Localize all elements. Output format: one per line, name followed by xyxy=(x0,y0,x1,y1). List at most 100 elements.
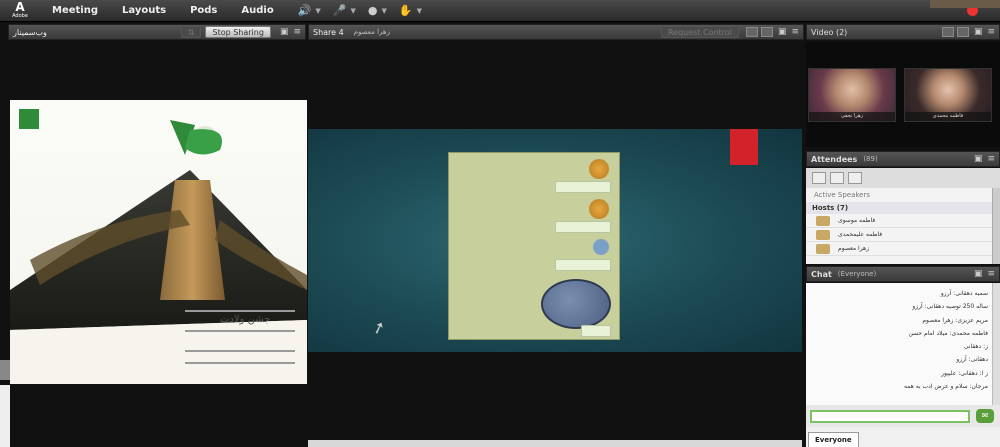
share-pod-title: Share 4 xyxy=(313,27,344,37)
expand-icon[interactable] xyxy=(830,172,844,184)
menu-audio[interactable]: Audio xyxy=(241,5,273,16)
chat-message: ز ا: دهقانی: علیپور xyxy=(941,369,988,377)
menu-meeting[interactable]: Meeting xyxy=(52,5,98,16)
chat-footer: Everyone xyxy=(806,427,1000,447)
emoji-icon xyxy=(589,199,609,219)
attendee-name: زهرا معصوم xyxy=(838,245,870,252)
attendee-row[interactable]: زهرا معصوم xyxy=(806,242,1000,256)
chat-bubble xyxy=(555,181,611,193)
attendees-pod-header: Attendees (89) ▣ ≡ xyxy=(806,151,1000,167)
fullscreen-icon[interactable]: ▣ xyxy=(974,269,983,279)
chevron-down-icon: ▼ xyxy=(381,6,387,15)
attendees-list: Active Speakers Hosts (7) فاطمه موسوی فا… xyxy=(806,188,1000,264)
pod-menu-icon[interactable]: ≡ xyxy=(293,27,301,37)
chat-message: مریم عزیزی: زهرا معصوم xyxy=(922,316,988,324)
chat-input[interactable] xyxy=(810,409,970,423)
chat-message: دهقانی: آرزو xyxy=(956,356,988,364)
emoji-icon xyxy=(589,159,609,179)
fullscreen-icon[interactable]: ▣ xyxy=(778,27,787,37)
video-pod-header: Video (2) ▣ ≡ xyxy=(806,24,1000,40)
left-pod-title: وب‌سمینار xyxy=(13,27,47,37)
chat-input-row: ✉ xyxy=(806,405,1000,427)
emoji-icon xyxy=(593,239,609,255)
view-mode-alt-icon[interactable] xyxy=(956,27,969,37)
microphone-icon: 🎤 xyxy=(332,4,347,17)
left-edge-strip-bottom xyxy=(0,385,10,447)
chat-message: ساله 250 توصیه دهقانی: آرزو xyxy=(912,303,988,311)
left-pod-header: وب‌سمینار ⇅ Stop Sharing ▣ ≡ xyxy=(8,24,306,40)
video-tile[interactable]: فاطمه محمدی xyxy=(904,68,992,122)
shared-screen-red-block xyxy=(730,129,758,165)
video-pod-title: Video (2) xyxy=(811,27,848,37)
chat-scope: (Everyone) xyxy=(837,270,877,278)
list-view-icon[interactable] xyxy=(812,172,826,184)
host-icon xyxy=(816,215,830,226)
raise-hand-icon: ✋ xyxy=(398,4,413,17)
menu-layouts[interactable]: Layouts xyxy=(122,5,166,16)
hosts-group-header[interactable]: Hosts (7) xyxy=(806,202,1000,214)
share-pod-header: Share 4 زهرا معصوم Request Control ▣ ≡ xyxy=(308,24,804,40)
menu-pods[interactable]: Pods xyxy=(190,5,217,16)
menu-bar: A Adobe Meeting Layouts Pods Audio 🔊 ▼ 🎤… xyxy=(0,0,1000,22)
active-speakers-label: Active Speakers xyxy=(814,191,870,199)
adobe-logo-icon: A Adobe xyxy=(12,0,28,19)
chat-scrollbar[interactable] xyxy=(992,283,1000,405)
view-mode-icon[interactable] xyxy=(745,27,758,37)
sync-button[interactable]: ⇅ xyxy=(180,26,202,38)
attendee-row[interactable]: فاطمه موسوی xyxy=(806,214,1000,228)
attendees-count: (89) xyxy=(863,155,878,163)
chevron-down-icon: ▼ xyxy=(416,6,422,15)
status-toggle[interactable]: ✋ ▼ xyxy=(399,4,422,17)
view-mode-icon[interactable] xyxy=(941,27,954,37)
chat-tab-everyone[interactable]: Everyone xyxy=(808,432,859,447)
webcam-icon: ● xyxy=(367,4,378,17)
chat-message: مرجان: سلام و عرض ادب به همه xyxy=(903,383,988,391)
chat-title: Chat xyxy=(811,269,832,279)
fullscreen-icon[interactable]: ▣ xyxy=(280,27,289,37)
attendee-name: فاطمه موسوی xyxy=(838,217,876,224)
pod-menu-icon[interactable]: ≡ xyxy=(987,154,995,164)
pod-menu-icon[interactable]: ≡ xyxy=(987,269,995,279)
moon-emoji-icon xyxy=(541,279,611,329)
attendees-scrollbar[interactable] xyxy=(992,188,1000,264)
camera-toggle[interactable]: ● ▼ xyxy=(368,4,387,17)
video-tile[interactable]: زهرا نجفی xyxy=(808,68,896,122)
host-icon xyxy=(816,229,830,240)
speaker-toggle[interactable]: 🔊 ▼ xyxy=(298,4,321,17)
poster-caption: جشن ولادت xyxy=(220,314,271,325)
chevron-down-icon: ▼ xyxy=(350,6,356,15)
video-tile-name: زهرا نجفی xyxy=(809,112,895,121)
chat-message: فاطمه محمدی: میلاد امام حسن xyxy=(908,329,988,337)
share-presenter-name: زهرا معصوم xyxy=(353,28,390,36)
thumbnail-strip xyxy=(930,0,1000,8)
pod-menu-icon[interactable]: ≡ xyxy=(791,27,799,37)
pod-menu-icon[interactable]: ≡ xyxy=(987,27,995,37)
poster-artwork xyxy=(10,109,307,384)
chat-message: سمیه دهقانی: آرزو xyxy=(940,290,988,297)
chat-bubble xyxy=(581,325,611,337)
fullscreen-icon[interactable]: ▣ xyxy=(974,154,983,164)
speaker-icon: 🔊 xyxy=(297,4,312,17)
host-icon xyxy=(816,243,830,254)
video-tile-name: فاطمه محمدی xyxy=(905,112,991,121)
chat-bubble xyxy=(555,221,611,233)
left-edge-strip xyxy=(0,360,10,380)
chat-pod-header: Chat (Everyone) ▣ ≡ xyxy=(806,266,1000,282)
send-message-button[interactable]: ✉ xyxy=(976,409,994,423)
view-mode-alt-icon[interactable] xyxy=(760,27,773,37)
status-icon[interactable] xyxy=(848,172,862,184)
chevron-down-icon: ▼ xyxy=(315,6,321,15)
chat-messages: سمیه دهقانی: آرزو ساله 250 توصیه دهقانی:… xyxy=(806,283,1000,405)
share-bottom-strip xyxy=(308,440,802,447)
attendees-toolbar xyxy=(806,168,1000,188)
attendee-row[interactable]: فاطمه علیمحمدی xyxy=(806,228,1000,242)
stop-sharing-button[interactable]: Stop Sharing xyxy=(205,26,271,38)
microphone-toggle[interactable]: 🎤 ▼ xyxy=(333,4,356,17)
request-control-button[interactable]: Request Control xyxy=(660,26,739,38)
fullscreen-icon[interactable]: ▣ xyxy=(974,27,983,37)
send-icon: ✉ xyxy=(981,411,989,420)
chat-bubble xyxy=(555,259,611,271)
attendees-title: Attendees xyxy=(811,154,858,164)
chat-message: ز: دهقانی xyxy=(963,343,988,351)
shared-phone-chat xyxy=(448,152,620,340)
